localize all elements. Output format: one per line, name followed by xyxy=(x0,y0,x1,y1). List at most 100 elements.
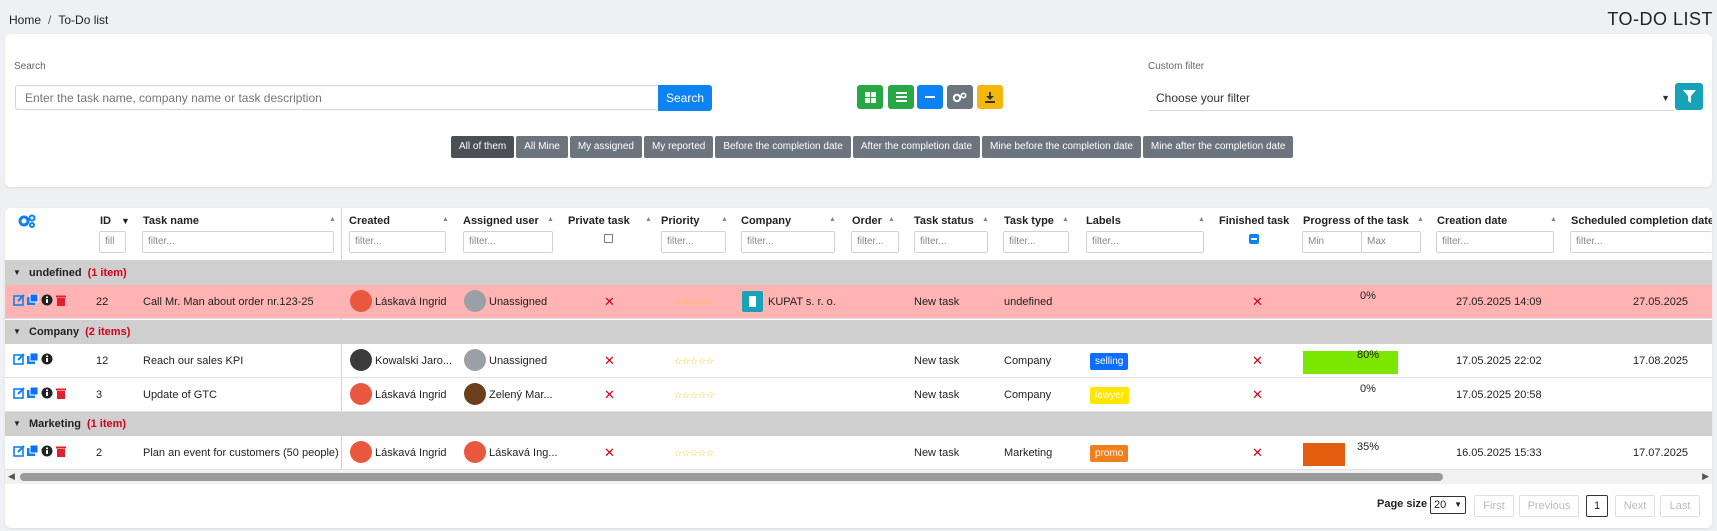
filter-progress-max[interactable]: Max xyxy=(1361,231,1421,253)
table-row[interactable]: 2 Plan an event for customers (50 people)… xyxy=(5,436,1712,470)
group-header[interactable]: ▼ Company (2 items) xyxy=(5,320,1712,344)
tab-before-completion[interactable]: Before the completion date xyxy=(715,136,851,158)
tab-mine-before-completion[interactable]: Mine before the completion date xyxy=(982,136,1141,158)
col-created[interactable]: Created xyxy=(349,215,390,227)
filter-type[interactable]: filter... xyxy=(1003,231,1069,253)
current-page-button[interactable]: 1 xyxy=(1586,495,1608,517)
list-view-button[interactable] xyxy=(888,85,914,109)
search-button[interactable]: Search xyxy=(658,85,712,111)
filter-id[interactable]: fill xyxy=(99,231,126,253)
col-id[interactable]: ID xyxy=(100,215,111,227)
cell-status: New task xyxy=(914,355,960,367)
tab-my-reported[interactable]: My reported xyxy=(643,136,714,158)
first-page-button[interactable]: First xyxy=(1474,495,1514,517)
cell-priority[interactable]: ☆☆☆☆☆ xyxy=(674,378,724,412)
filter-assigned[interactable]: filter... xyxy=(463,231,553,253)
custom-filter-select[interactable]: Choose your filter ▼ xyxy=(1148,85,1674,111)
settings-button[interactable] xyxy=(947,85,973,109)
col-task-name[interactable]: Task name xyxy=(143,215,199,227)
edit-icon[interactable] xyxy=(13,353,25,365)
info-icon[interactable] xyxy=(41,387,53,399)
scroll-left-icon[interactable]: ◀ xyxy=(8,471,15,482)
collapse-button[interactable] xyxy=(917,85,943,109)
filter-created[interactable]: filter... xyxy=(349,231,446,253)
col-creation-date[interactable]: Creation date xyxy=(1437,215,1507,227)
tab-my-assigned[interactable]: My assigned xyxy=(569,136,642,158)
info-icon[interactable] xyxy=(41,294,53,306)
cell-id: 2 xyxy=(96,447,103,459)
info-icon[interactable] xyxy=(41,445,53,457)
tab-all[interactable]: All of them xyxy=(451,136,515,158)
group-header[interactable]: ▼ Marketing (1 item) xyxy=(5,412,1712,436)
avatar xyxy=(464,290,486,312)
horizontal-scrollbar[interactable]: ◀ ▶ xyxy=(5,470,1712,484)
col-task-type[interactable]: Task type xyxy=(1004,215,1054,227)
cell-company[interactable]: KUPAT s. r. o. xyxy=(768,285,848,319)
next-page-button[interactable]: Next xyxy=(1615,495,1655,517)
delete-icon[interactable] xyxy=(55,387,67,399)
table-row[interactable]: 22 Call Mr. Man about order nr.123-25 Lásk… xyxy=(5,285,1712,319)
copy-icon[interactable] xyxy=(27,294,39,306)
grid-view-button[interactable] xyxy=(857,85,883,109)
filter-scheduled[interactable]: filter... xyxy=(1570,231,1712,253)
cell-task-name[interactable]: Plan an event for customers (50 people) xyxy=(143,436,339,470)
cell-creation-date: 17.05.2025 22:02 xyxy=(1456,355,1542,367)
filter-progress-min[interactable]: Min xyxy=(1302,231,1362,253)
cell-task-name[interactable]: Update of GTC xyxy=(143,378,339,412)
breadcrumb-home[interactable]: Home xyxy=(9,13,41,27)
col-order[interactable]: Order xyxy=(852,215,882,227)
delete-icon[interactable] xyxy=(55,294,67,306)
edit-icon[interactable] xyxy=(13,445,25,457)
tab-all-mine[interactable]: All Mine xyxy=(516,136,568,158)
grid-icon xyxy=(864,91,876,103)
col-priority[interactable]: Priority xyxy=(661,215,700,227)
filter-finished-checkbox[interactable] xyxy=(1249,234,1259,244)
col-progress[interactable]: Progress of the task xyxy=(1303,215,1409,227)
copy-icon[interactable] xyxy=(27,387,39,399)
sort-desc-icon: ▼ xyxy=(121,216,130,226)
table-row[interactable]: 12 Reach our sales KPI Kowalski Jaro... Una… xyxy=(5,344,1712,378)
tab-mine-after-completion[interactable]: Mine after the completion date xyxy=(1142,136,1294,158)
col-company[interactable]: Company xyxy=(741,215,791,227)
avatar xyxy=(464,349,486,371)
apply-filter-button[interactable] xyxy=(1675,83,1703,110)
col-private-task[interactable]: Private task xyxy=(568,215,630,227)
tab-after-completion[interactable]: After the completion date xyxy=(852,136,981,158)
filter-private-checkbox[interactable] xyxy=(604,234,613,243)
filter-creation-date[interactable]: filter... xyxy=(1436,231,1554,253)
filter-company[interactable]: filter... xyxy=(741,231,835,253)
cell-priority[interactable]: ☆☆☆☆☆ xyxy=(674,436,724,470)
edit-icon[interactable] xyxy=(13,387,25,399)
filter-order[interactable]: filter... xyxy=(851,231,899,253)
cell-priority[interactable]: ☆☆☆☆☆ xyxy=(674,285,724,319)
company-icon xyxy=(742,291,763,312)
filter-task-name[interactable]: filter... xyxy=(142,231,334,253)
filter-priority[interactable]: filter... xyxy=(661,231,726,253)
sort-icon: ▲ xyxy=(982,216,989,223)
scroll-thumb[interactable] xyxy=(20,473,1443,481)
cell-task-name[interactable]: Reach our sales KPI xyxy=(143,344,339,378)
col-labels[interactable]: Labels xyxy=(1086,215,1121,227)
delete-icon[interactable] xyxy=(55,445,67,457)
col-scheduled-completion[interactable]: Scheduled completion date xyxy=(1571,215,1712,227)
filter-labels[interactable]: filter... xyxy=(1086,231,1204,253)
cell-task-name[interactable]: Call Mr. Man about order nr.123-25 xyxy=(143,285,339,319)
table-row[interactable]: 3 Update of GTC Láskavá Ingrid Zelený Mar..… xyxy=(5,378,1712,412)
download-button[interactable] xyxy=(977,85,1003,109)
previous-page-button[interactable]: Previous xyxy=(1519,495,1579,517)
scroll-right-icon[interactable]: ▶ xyxy=(1702,471,1709,482)
edit-icon[interactable] xyxy=(13,294,25,306)
col-assigned-user[interactable]: Assigned user xyxy=(463,215,539,227)
copy-icon[interactable] xyxy=(27,353,39,365)
cell-priority[interactable]: ☆☆☆☆☆ xyxy=(674,344,724,378)
col-task-status[interactable]: Task status xyxy=(914,215,974,227)
filter-status[interactable]: filter... xyxy=(914,231,988,253)
last-page-button[interactable]: Last xyxy=(1660,495,1700,517)
page-size-select[interactable]: 20 ▼ xyxy=(1430,496,1466,514)
group-header[interactable]: ▼ undefined (1 item) xyxy=(5,261,1712,285)
column-settings-icon[interactable] xyxy=(17,213,37,229)
col-finished-task[interactable]: Finished task xyxy=(1219,215,1289,227)
search-input[interactable] xyxy=(15,85,657,110)
info-icon[interactable] xyxy=(41,353,53,365)
copy-icon[interactable] xyxy=(27,445,39,457)
